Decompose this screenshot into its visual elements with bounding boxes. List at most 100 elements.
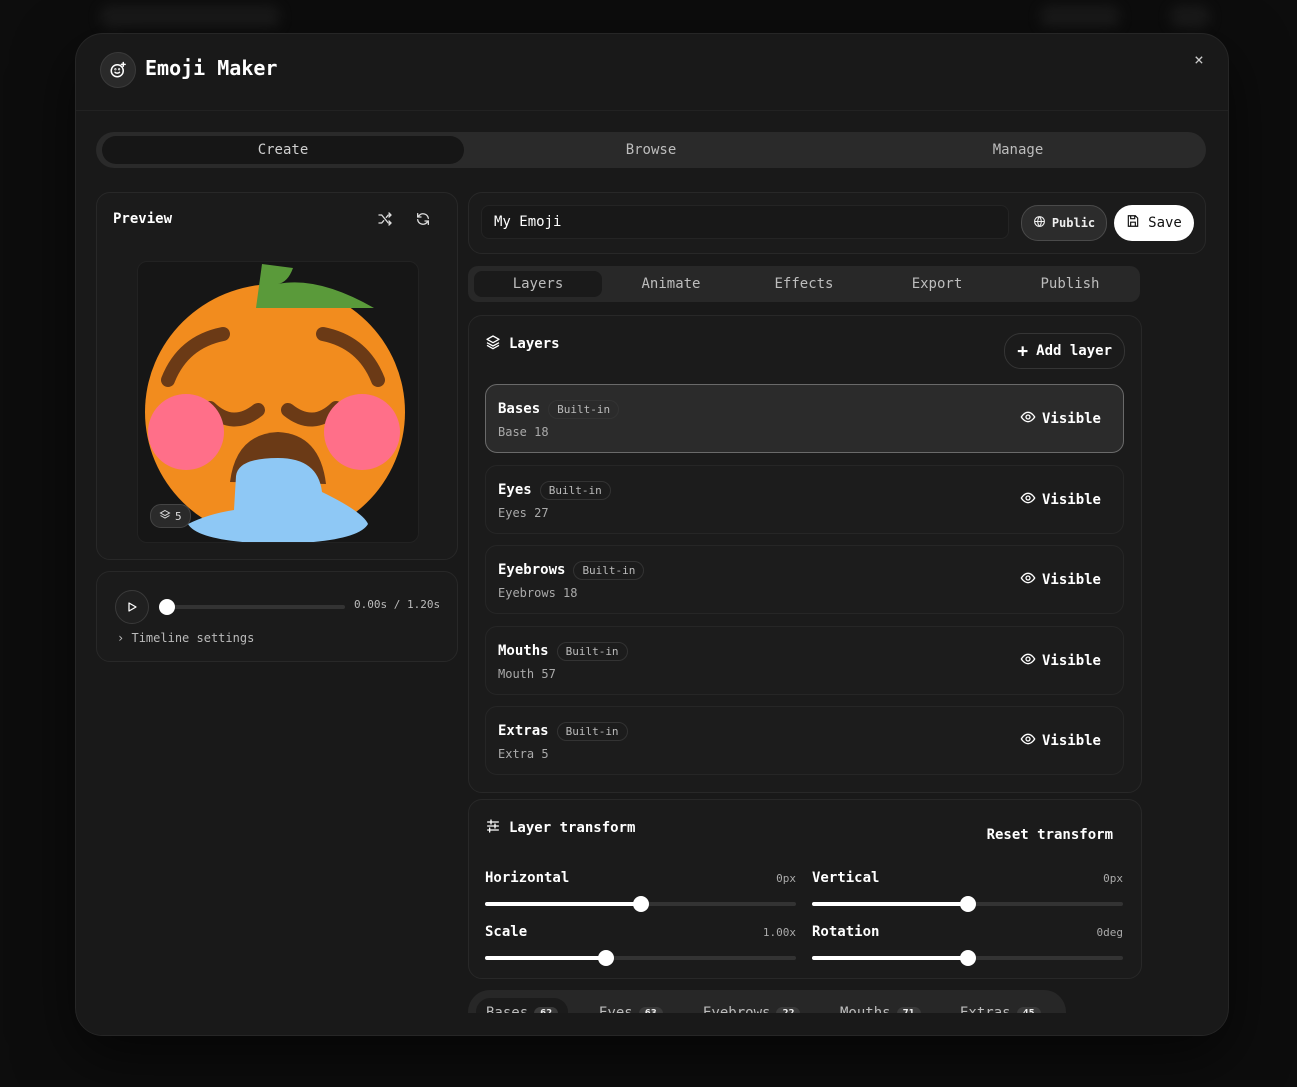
slider-fill bbox=[812, 956, 968, 960]
visibility-button[interactable]: Public bbox=[1021, 205, 1107, 241]
slider-handle[interactable] bbox=[598, 950, 615, 966]
emoji-artwork bbox=[145, 264, 405, 542]
slider-fill bbox=[812, 902, 968, 906]
layer-name: Bases bbox=[498, 401, 541, 417]
builtin-badge: Built-in bbox=[539, 481, 611, 500]
visibility-label: Visible bbox=[1041, 733, 1101, 749]
eye-icon bbox=[1020, 409, 1036, 429]
layer-transform-panel: Layer transform Reset transform Horizont… bbox=[468, 799, 1142, 979]
add-layer-label: Add layer bbox=[1036, 343, 1112, 359]
layer-row[interactable]: Bases Built-in Base 18 Visible bbox=[485, 384, 1124, 453]
visibility-label: Public bbox=[1051, 216, 1096, 230]
slider-handle[interactable] bbox=[959, 896, 976, 912]
chevron-right-icon: › bbox=[117, 631, 125, 645]
slider-value: 0deg bbox=[1096, 926, 1124, 939]
save-label: Save bbox=[1148, 215, 1182, 231]
preview-title: Preview bbox=[113, 211, 173, 227]
eye-icon bbox=[1020, 570, 1036, 590]
layer-value: Eyebrows 18 bbox=[498, 586, 578, 600]
play-icon bbox=[126, 598, 138, 617]
visibility-label: Visible bbox=[1041, 411, 1101, 427]
timeline-panel: 0.00s / 1.20s › Timeline settings bbox=[96, 571, 458, 662]
layers-title: Layers bbox=[509, 336, 560, 352]
slider-fill bbox=[485, 902, 641, 906]
layer-row[interactable]: Extras Built-in Extra 5 Visible bbox=[485, 706, 1124, 775]
transform-heading: Layer transform bbox=[485, 818, 635, 838]
visibility-toggle[interactable]: Visible bbox=[1020, 651, 1101, 671]
tab-publish[interactable]: Publish bbox=[1006, 271, 1134, 297]
layer-value: Eyes 27 bbox=[498, 506, 549, 520]
slider-track[interactable] bbox=[812, 950, 1123, 966]
builtin-badge: Built-in bbox=[573, 561, 645, 580]
tab-manage[interactable]: Manage bbox=[837, 136, 1199, 164]
slider-value: 0px bbox=[1103, 872, 1123, 885]
save-button[interactable]: Save bbox=[1114, 205, 1194, 241]
visibility-label: Visible bbox=[1041, 653, 1101, 669]
reset-transform-button[interactable]: Reset transform bbox=[987, 827, 1113, 843]
slider-handle[interactable] bbox=[632, 896, 649, 912]
slider-label: Rotation bbox=[812, 924, 880, 940]
tab-create[interactable]: Create bbox=[102, 136, 464, 164]
tab-animate[interactable]: Animate bbox=[607, 271, 735, 297]
layer-name: Eyes bbox=[498, 482, 532, 498]
timeline-scrubber[interactable] bbox=[159, 599, 345, 615]
visibility-label: Visible bbox=[1041, 492, 1101, 508]
globe-icon bbox=[1033, 215, 1046, 231]
visibility-toggle[interactable]: Visible bbox=[1020, 570, 1101, 590]
dialog-header: Emoji Maker × bbox=[76, 34, 1228, 111]
dialog-title: Emoji Maker bbox=[145, 56, 278, 80]
layer-row[interactable]: Eyes Built-in Eyes 27 Visible bbox=[485, 465, 1124, 534]
layer-row[interactable]: Mouths Built-in Mouth 57 Visible bbox=[485, 626, 1124, 695]
eye-icon bbox=[1020, 490, 1036, 510]
shuffle-icon[interactable] bbox=[373, 207, 397, 231]
plus-icon: + bbox=[1017, 340, 1029, 362]
layer-row[interactable]: Eyebrows Built-in Eyebrows 18 Visible bbox=[485, 545, 1124, 614]
slider-value: 0px bbox=[776, 872, 796, 885]
timeline-settings-toggle[interactable]: › Timeline settings bbox=[117, 631, 254, 645]
layers-icon bbox=[485, 334, 501, 354]
slider-fill bbox=[485, 956, 607, 960]
slider-handle[interactable] bbox=[959, 950, 976, 966]
layers-panel: Layers + Add layer Bases Built-in Base 18… bbox=[468, 315, 1142, 793]
emoji-maker-dialog: Emoji Maker × Create Browse Manage Previ… bbox=[75, 33, 1229, 1036]
sliders-icon bbox=[485, 818, 501, 838]
scrubber-handle[interactable] bbox=[159, 599, 175, 615]
builtin-badge: Built-in bbox=[556, 722, 628, 741]
scroll-clip bbox=[76, 1013, 1228, 1035]
tab-effects[interactable]: Effects bbox=[740, 271, 868, 297]
slider-track[interactable] bbox=[485, 896, 796, 912]
play-button[interactable] bbox=[115, 590, 149, 624]
layer-value: Base 18 bbox=[498, 425, 549, 439]
eye-icon bbox=[1020, 651, 1036, 671]
builtin-badge: Built-in bbox=[556, 642, 628, 661]
slider-label: Vertical bbox=[812, 870, 880, 886]
layers-icon bbox=[159, 509, 171, 524]
layer-value: Extra 5 bbox=[498, 747, 549, 761]
time-readout: 0.00s / 1.20s bbox=[354, 598, 441, 611]
slider-label: Horizontal bbox=[485, 870, 570, 886]
slider-track[interactable] bbox=[485, 950, 796, 966]
floppy-disk-icon bbox=[1126, 214, 1140, 232]
tab-export[interactable]: Export bbox=[873, 271, 1001, 297]
visibility-toggle[interactable]: Visible bbox=[1020, 731, 1101, 751]
slider-track[interactable] bbox=[812, 896, 1123, 912]
tab-layers[interactable]: Layers bbox=[474, 271, 602, 297]
emoji-canvas bbox=[137, 261, 419, 543]
timeline-settings-label: Timeline settings bbox=[131, 631, 255, 645]
slider-label: Scale bbox=[485, 924, 528, 940]
smiley-plus-icon bbox=[100, 52, 136, 88]
close-icon[interactable]: × bbox=[1188, 48, 1210, 70]
slider-value: 1.00x bbox=[762, 926, 796, 939]
tab-browse[interactable]: Browse bbox=[470, 136, 832, 164]
layer-count-badge: 5 bbox=[150, 504, 191, 528]
layer-count: 5 bbox=[175, 509, 182, 523]
add-layer-button[interactable]: + Add layer bbox=[1004, 333, 1125, 369]
visibility-toggle[interactable]: Visible bbox=[1020, 490, 1101, 510]
emoji-name-input[interactable]: My Emoji bbox=[481, 205, 1009, 239]
transform-title: Layer transform bbox=[509, 820, 636, 836]
visibility-label: Visible bbox=[1041, 572, 1101, 588]
emoji-name-bar: My Emoji Public Save bbox=[468, 192, 1206, 254]
refresh-icon[interactable] bbox=[411, 207, 435, 231]
visibility-toggle[interactable]: Visible bbox=[1020, 409, 1101, 429]
layers-heading: Layers bbox=[485, 334, 560, 354]
